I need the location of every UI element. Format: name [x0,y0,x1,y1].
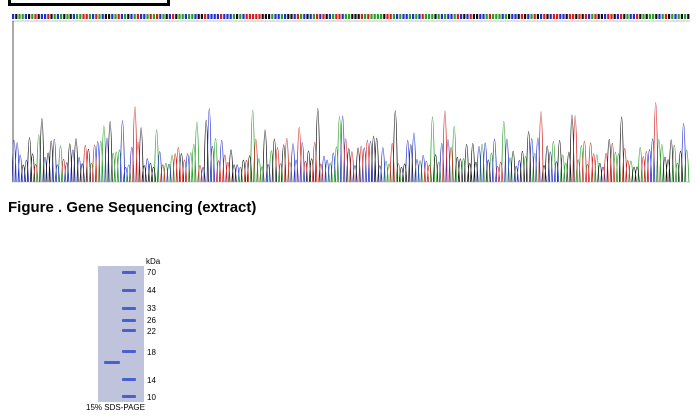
marker-label: 10 [147,393,156,402]
ladder-band [122,329,136,332]
figure-caption: Figure . Gene Sequencing (extract) [8,199,257,216]
ladder-band [122,378,136,381]
sequencing-chromatogram [12,12,690,184]
chromatogram-traces [12,102,690,183]
gel-image [98,266,144,402]
chromatogram-plot [12,14,690,183]
base-call-strip [12,14,690,19]
sample-band [104,361,120,364]
marker-label: 33 [147,304,156,313]
sds-page-gel-figure: kDa 70 44 33 26 22 18 14 10 15% SDS-PAGE [86,257,268,415]
marker-label: 14 [147,376,156,385]
marker-label: 44 [147,286,156,295]
ladder-band [122,307,136,310]
ladder-band [122,319,136,322]
kda-unit-label: kDa [146,257,161,266]
marker-label: 26 [147,316,156,325]
marker-label: 18 [147,348,156,357]
ladder-band [122,350,136,353]
gel-method-label: 15% SDS-PAGE [86,403,145,412]
marker-label: 22 [147,327,156,336]
ladder-band [122,289,136,292]
top-bracket-decoration [8,0,170,6]
ladder-band [122,395,136,398]
ladder-band [122,271,136,274]
marker-label: 70 [147,268,156,277]
